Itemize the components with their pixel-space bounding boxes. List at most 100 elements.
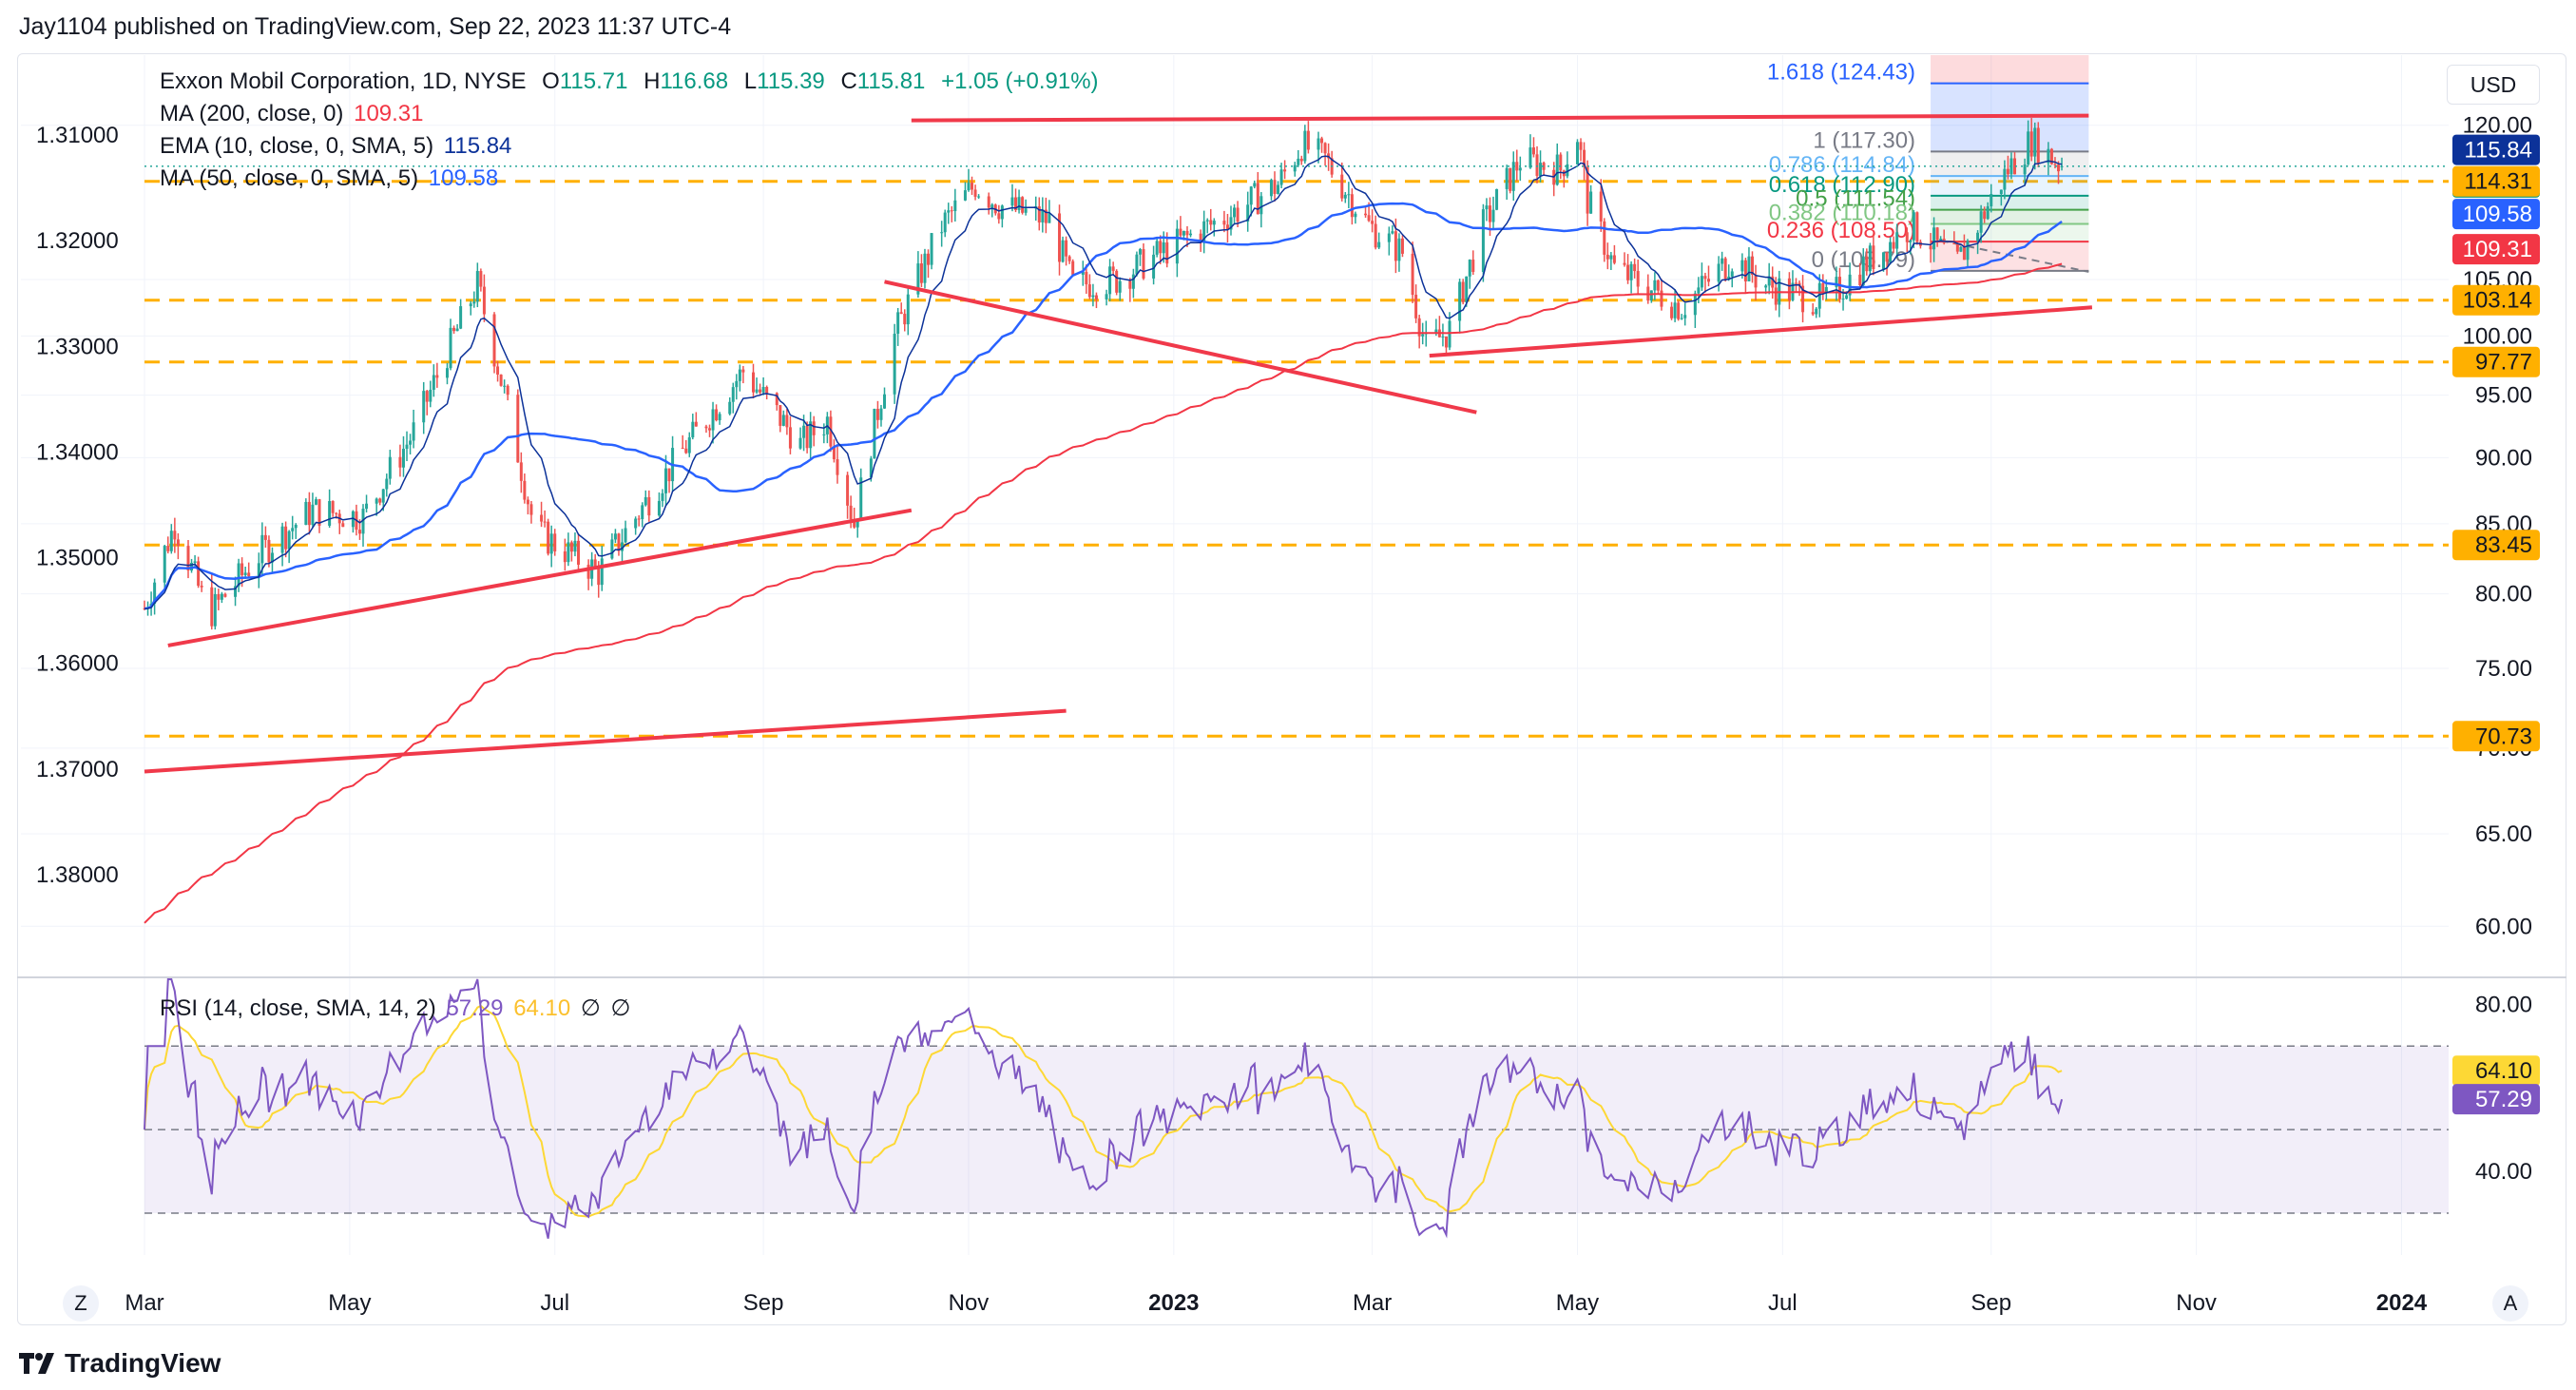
candle-body (610, 539, 614, 559)
candle-body (1612, 255, 1616, 263)
candle-body (197, 561, 201, 587)
candle-body (788, 427, 792, 449)
price-badge-value: 103.14 (2463, 288, 2532, 314)
candle-body (1411, 253, 1414, 296)
price-axis-tick: 60.00 (2475, 914, 2532, 939)
candle-body (449, 327, 452, 369)
candle-body (506, 385, 509, 396)
currency-button[interactable]: USD (2447, 65, 2540, 105)
candle-body (263, 534, 267, 540)
time-axis-tick: Jul (1768, 1290, 1797, 1316)
price-axis-tick: 80.00 (2475, 582, 2532, 608)
price-badge-value: 109.31 (2463, 237, 2532, 262)
auto-scale-button[interactable]: A (2492, 1285, 2528, 1322)
chart-canvas[interactable]: 120.00105.00100.0095.0090.0085.0080.0075… (0, 0, 2576, 1390)
zoom-reset-button[interactable]: Z (63, 1285, 99, 1322)
candle-body (445, 368, 449, 378)
candle-body (311, 504, 315, 526)
candle-body (1165, 241, 1169, 264)
candle-body (176, 539, 180, 547)
candle-body (1986, 206, 1990, 220)
candle-body (341, 523, 345, 528)
close-value: 115.81 (856, 68, 926, 94)
candle-body (1979, 211, 1983, 233)
candle-body (613, 533, 617, 540)
candle-body (1320, 138, 1324, 144)
candle-body (1636, 271, 1640, 287)
candle-body (1528, 147, 1532, 168)
candle-body (1306, 130, 1310, 150)
candle-body (1491, 209, 1495, 222)
candle-body (1747, 256, 1751, 281)
candle-body (569, 542, 573, 552)
candle-body (1085, 271, 1088, 285)
candle-body (1787, 278, 1791, 300)
candle-body (987, 196, 990, 208)
ema10-legend[interactable]: EMA (10, close, 0, SMA, 5) 115.84 (160, 133, 511, 160)
candle-body (1670, 306, 1674, 319)
candle-body (1892, 241, 1895, 249)
candle-body (1343, 194, 1347, 199)
candle-body (738, 369, 741, 381)
candle-body (711, 409, 715, 431)
candle-body (472, 301, 476, 304)
candle-body (1128, 280, 1132, 289)
rsi-legend[interactable]: RSI (14, close, SMA, 14, 2) 57.29 64.10 … (160, 994, 630, 1022)
candle-body (973, 189, 977, 197)
candle-body (365, 503, 369, 510)
candle-body (1905, 232, 1909, 242)
candle-body (1189, 233, 1193, 236)
trendline (911, 113, 2089, 123)
candle-body (1885, 252, 1889, 262)
candle-body (331, 501, 335, 513)
rsi-value: 57.29 (446, 995, 504, 1021)
left-axis-tick: 1.36000 (36, 651, 119, 677)
candle-body (503, 385, 507, 387)
candle-body (1653, 280, 1657, 291)
candle-body (1555, 154, 1559, 185)
candle-body (173, 531, 177, 540)
candle-body (644, 496, 647, 506)
visibility-off-icon[interactable]: ∅ (581, 995, 601, 1021)
candle-body (1461, 281, 1465, 302)
candle-body (785, 415, 789, 428)
candle-body (1966, 241, 1970, 261)
candle-body (1017, 197, 1021, 210)
candle-body (687, 437, 691, 454)
candle-body (593, 559, 597, 567)
candle-body (412, 422, 415, 441)
main-series-legend[interactable]: Exxon Mobil Corporation, 1D, NYSE O115.7… (160, 68, 1099, 95)
candle-body (765, 387, 769, 394)
candle-body (1317, 138, 1320, 150)
candle-body (240, 563, 244, 575)
candle-body (1865, 256, 1869, 272)
candle-body (459, 306, 463, 329)
candle-body (1811, 312, 1815, 315)
candle-body (220, 593, 223, 600)
tradingview-logo-icon (19, 1353, 54, 1374)
candle-body (1535, 154, 1539, 176)
ma200-legend[interactable]: MA (200, close, 0) 109.31 (160, 101, 424, 127)
candle-body (1656, 280, 1660, 291)
ma50-legend[interactable]: MA (50, close, 0, SMA, 5) 109.58 (160, 165, 498, 192)
visibility-off-icon[interactable]: ∅ (611, 995, 631, 1021)
time-axis-tick: May (1556, 1290, 1599, 1316)
candle-body (1837, 277, 1841, 299)
trendline (144, 708, 1067, 774)
candle-body (1374, 223, 1377, 248)
candle-body (812, 421, 816, 435)
candle-body (1495, 188, 1499, 210)
candle-body (899, 312, 903, 315)
candle-body (1531, 147, 1535, 155)
candle-body (247, 572, 251, 577)
candle-body (1821, 282, 1825, 293)
candle-body (761, 387, 765, 393)
change-value: +1.05 (+0.91%) (941, 68, 1099, 94)
candle-body (1175, 228, 1179, 264)
ema10-value: 115.84 (443, 133, 512, 159)
candle-body (1400, 238, 1404, 254)
candle-body (1000, 205, 1004, 220)
candle-body (1955, 243, 1959, 252)
candle-body (694, 421, 698, 427)
candle-body (1629, 263, 1633, 280)
